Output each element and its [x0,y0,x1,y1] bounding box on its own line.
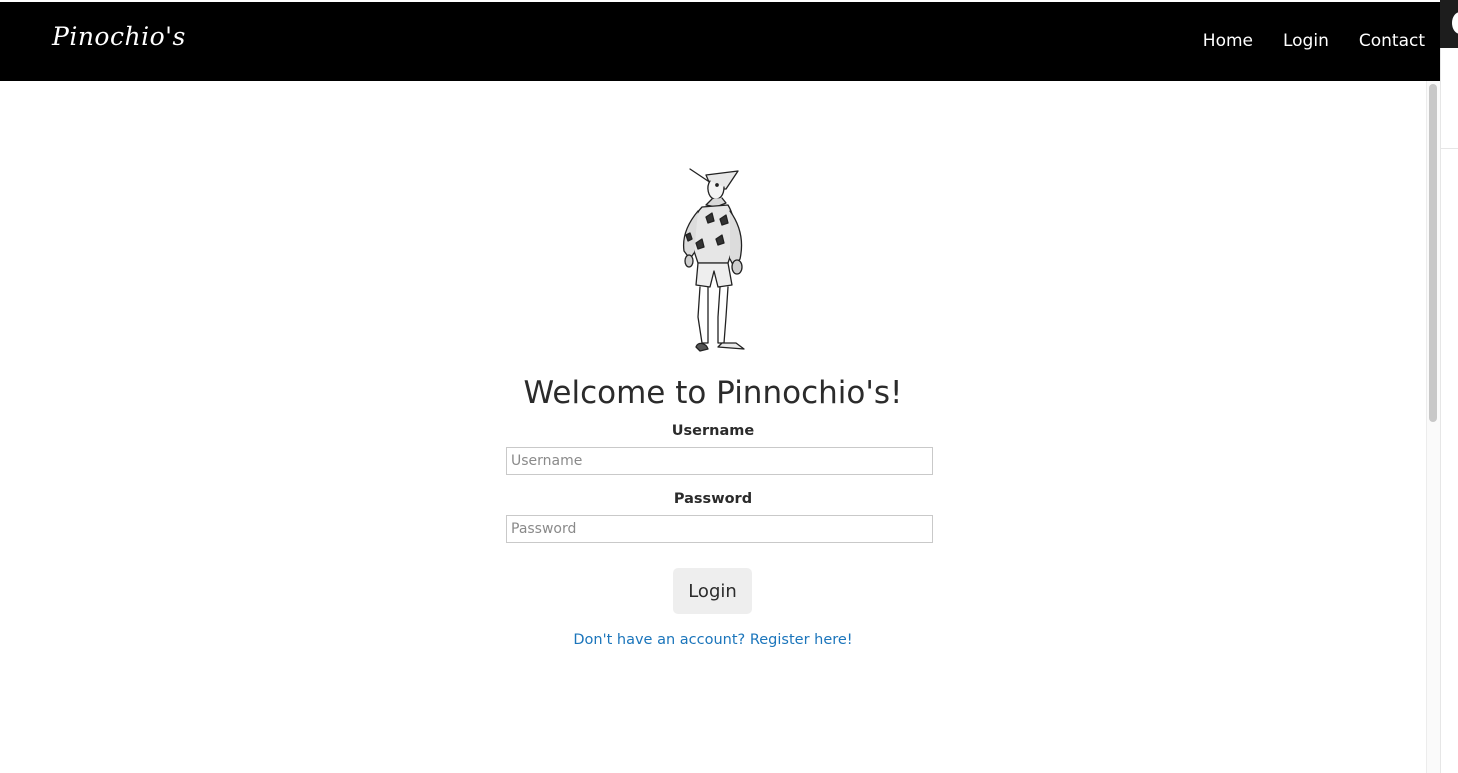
username-label: Username [671,423,755,439]
nav-links: Home Login Contact [1203,31,1425,51]
navbar: Pinochio's Home Login Contact [0,2,1440,81]
nav-link-contact[interactable]: Contact [1359,31,1425,51]
password-label: Password [673,491,753,507]
login-page: Welcome to Pinnochio's! Username Passwor… [0,81,1426,773]
login-button[interactable]: Login [673,568,752,614]
nav-link-home[interactable]: Home [1203,31,1253,51]
register-link[interactable]: Don't have an account? Register here! [0,632,1426,648]
page-title: Welcome to Pinnochio's! [523,375,903,411]
username-input[interactable] [506,447,933,475]
scrollbar-thumb[interactable] [1429,84,1437,422]
brand-logo[interactable]: Pinochio's [52,22,186,51]
nav-link-login[interactable]: Login [1283,31,1329,51]
browser-side-panel-header [1440,0,1458,48]
browser-side-panel [1440,0,1458,773]
password-input[interactable] [506,515,933,543]
pinocchio-illustration-icon [682,168,745,352]
browser-side-divider [1440,148,1458,149]
